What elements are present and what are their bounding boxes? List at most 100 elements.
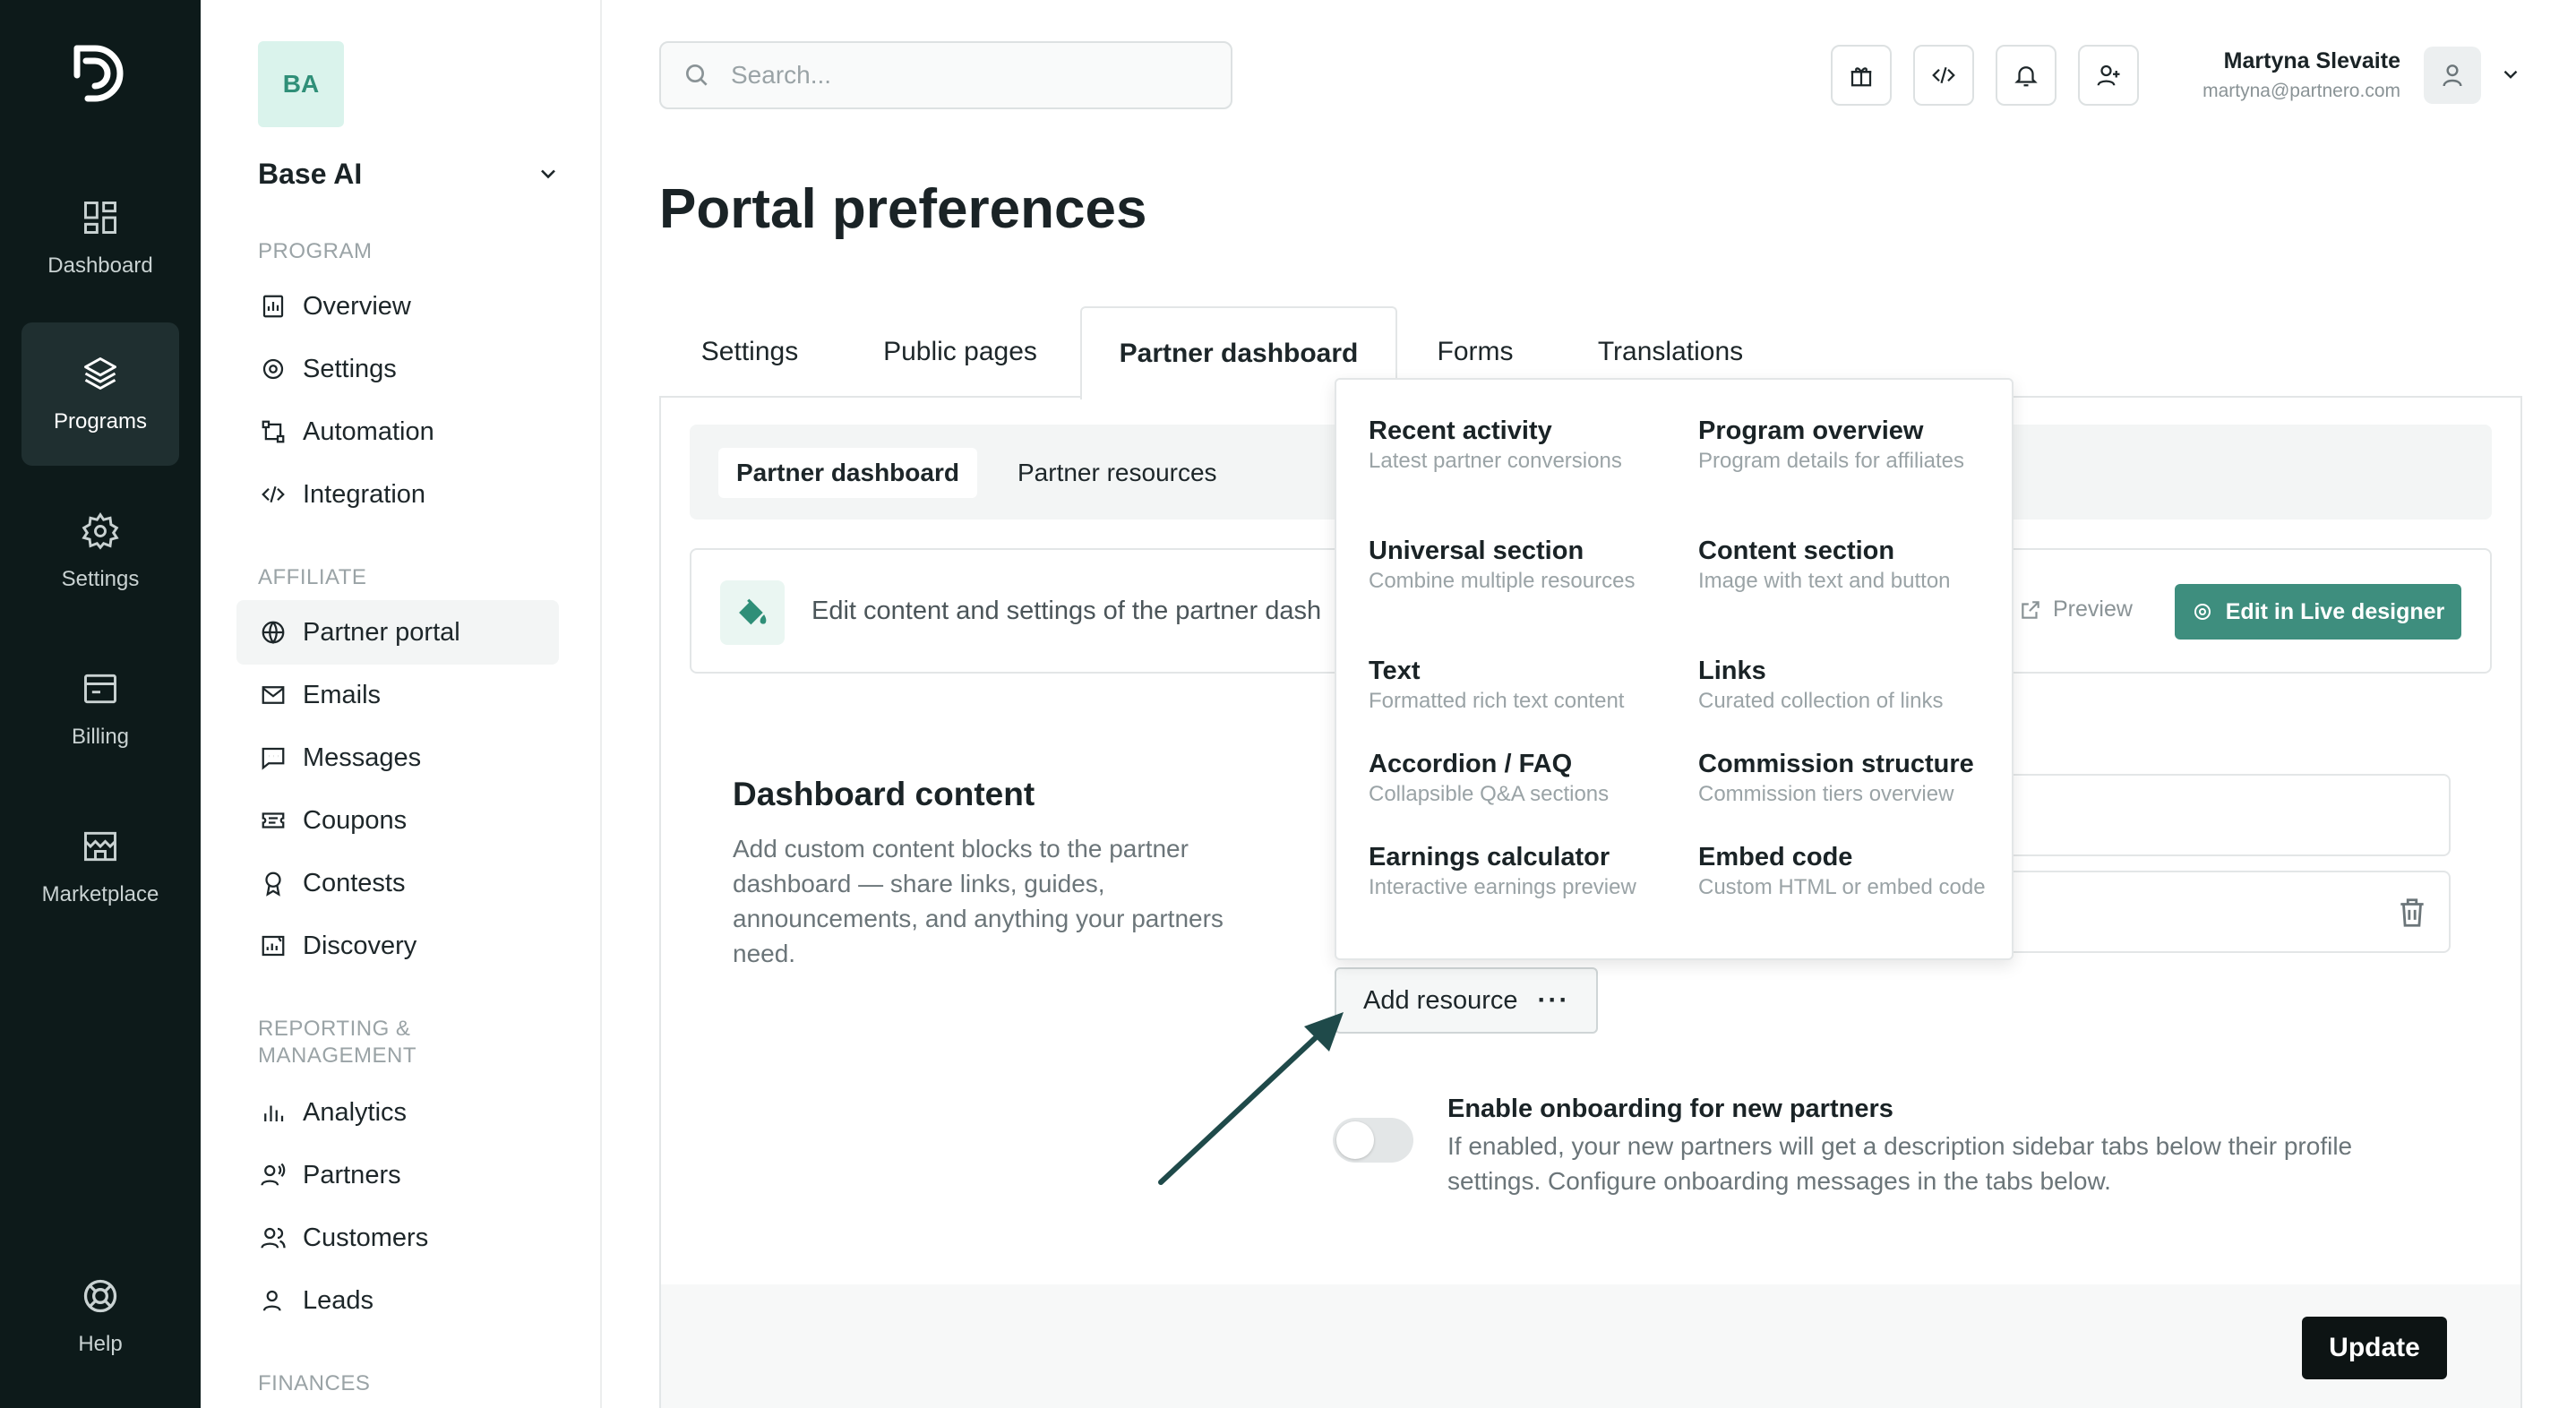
sidebar-item-label: Analytics [303, 1097, 408, 1127]
gear-icon [2194, 604, 2211, 620]
menu-item-links[interactable]: Links Curated collection of links [1698, 656, 1994, 715]
sidebar-item-discovery[interactable]: Discovery [236, 914, 559, 978]
rail-label: Billing [71, 725, 130, 749]
external-link-icon [2022, 600, 2039, 619]
rail-item-settings[interactable]: Settings [21, 480, 179, 623]
edit-live-designer-button[interactable]: Edit in Live designer [2175, 584, 2461, 640]
bar-chart-icon [264, 1105, 284, 1121]
sidebar-item-label: Settings [303, 354, 397, 383]
app-logo-icon[interactable] [68, 39, 133, 107]
menu-item-universal-section[interactable]: Universal section Combine multiple resou… [1369, 536, 1664, 595]
rail-label: Marketplace [41, 882, 159, 906]
section-label-program: PROGRAM [258, 239, 373, 263]
rail-item-dashboard[interactable]: Dashboard [21, 167, 179, 310]
sidebar-item-settings[interactable]: Settings [236, 337, 559, 401]
sidebar-item-label: Automation [303, 416, 434, 446]
gift-button[interactable] [1831, 45, 1892, 106]
chevron-down-icon[interactable] [536, 161, 561, 186]
sidebar-item-partners[interactable]: Partners [236, 1143, 559, 1207]
sidebar-item-customers[interactable]: Customers [236, 1206, 559, 1270]
menu-item-earnings-calculator[interactable]: Earnings calculator Interactive earnings… [1369, 842, 1664, 901]
tab-settings[interactable]: Settings [681, 306, 819, 398]
menu-item-title: Content section [1698, 537, 1895, 565]
sidebar-item-emails[interactable]: Emails [236, 663, 559, 727]
rail-item-programs[interactable]: Programs [21, 322, 179, 466]
sidebar-item-coupons[interactable]: Coupons [236, 788, 559, 853]
resource-field[interactable] [2006, 871, 2451, 953]
sidebar-item-automation[interactable]: Automation [236, 399, 559, 464]
sidebar-item-integration[interactable]: Integration [236, 462, 559, 527]
embed-code-button[interactable] [1913, 45, 1974, 106]
invite-user-button[interactable] [2078, 45, 2139, 106]
sidebar-item-label: Discovery [303, 931, 417, 960]
onboarding-description: If enabled, your new partners will get a… [1447, 1132, 2353, 1195]
rail-item-help[interactable]: Help [21, 1245, 179, 1388]
live-designer-label: Edit in Live designer [2225, 598, 2445, 624]
bell-icon [2014, 66, 2038, 87]
paint-bucket-icon [720, 580, 785, 645]
workspace-badge: BA [258, 41, 344, 127]
sidebar-item-messages[interactable]: Messages [236, 725, 559, 790]
subtab-partner-dashboard[interactable]: Partner dashboard [718, 448, 977, 498]
sidebar-item-label: Contests [303, 868, 406, 897]
rail-label: Help [78, 1332, 123, 1356]
menu-item-recent-activity[interactable]: Recent activity Latest partner conversio… [1369, 416, 1664, 475]
page-title: Portal preferences [659, 178, 1147, 240]
notifications-button[interactable] [1996, 45, 2057, 106]
resource-field[interactable] [2006, 774, 2451, 856]
update-button[interactable]: Update [2302, 1317, 2447, 1379]
search-icon [686, 64, 708, 86]
workspace-name[interactable]: Base AI [258, 158, 362, 191]
gear-icon [262, 358, 284, 380]
award-icon [265, 871, 281, 897]
sidebar-item-label: Messages [303, 743, 422, 772]
menu-item-desc: Image with text and button [1698, 569, 1951, 593]
section-label-affiliate: AFFILIATE [258, 565, 367, 589]
sidebar-item-analytics[interactable]: Analytics [236, 1080, 559, 1145]
menu-item-accordion-faq[interactable]: Accordion / FAQ Collapsible Q&A sections [1369, 749, 1664, 808]
annotation-arrow-icon [1158, 1012, 1344, 1185]
menu-item-title: Links [1698, 657, 1766, 685]
rail-item-billing[interactable]: Billing [21, 638, 179, 781]
menu-item-title: Universal section [1369, 537, 1584, 565]
menu-item-title: Accordion / FAQ [1369, 750, 1573, 778]
add-resource-button[interactable]: Add resource ··· [1335, 967, 1598, 1034]
menu-item-content-section[interactable]: Content section Image with text and butt… [1698, 536, 1994, 595]
trash-icon[interactable] [2395, 896, 2429, 930]
rail-item-marketplace[interactable]: Marketplace [21, 795, 179, 939]
section-label-finances: FINANCES [258, 1371, 371, 1395]
menu-item-text[interactable]: Text Formatted rich text content [1369, 656, 1664, 715]
code-icon [262, 485, 285, 503]
user-icon [262, 1290, 281, 1311]
menu-item-program-overview[interactable]: Program overview Program details for aff… [1698, 416, 1994, 475]
preview-label: Preview [2053, 597, 2133, 622]
sidebar-item-overview[interactable]: Overview [236, 274, 559, 339]
search-box[interactable] [659, 41, 1232, 109]
search-input[interactable] [731, 61, 1197, 90]
sidebar-item-leads[interactable]: Leads [236, 1268, 559, 1333]
tab-public-pages[interactable]: Public pages [865, 306, 1055, 398]
menu-item-desc: Interactive earnings preview [1369, 875, 1636, 899]
sidebar-item-partner-portal[interactable]: Partner portal [236, 600, 559, 665]
menu-item-title: Text [1369, 657, 1421, 685]
menu-item-desc: Program details for affiliates [1698, 449, 1965, 473]
rail-label: Dashboard [47, 253, 153, 278]
sidebar-item-label: Overview [303, 291, 411, 321]
sidebar-item-contests[interactable]: Contests [236, 851, 559, 915]
dashboard-icon [84, 202, 116, 234]
message-icon [262, 747, 285, 770]
subtab-partner-resources[interactable]: Partner resources [1000, 448, 1235, 498]
rail-label: Settings [61, 567, 140, 591]
menu-item-embed-code[interactable]: Embed code Custom HTML or embed code [1698, 842, 1994, 901]
chevron-down-icon[interactable] [2499, 63, 2522, 86]
menu-item-desc: Combine multiple resources [1369, 569, 1636, 593]
gear-icon [82, 512, 119, 550]
preview-link[interactable]: Preview [2019, 597, 2133, 622]
add-resource-menu: Recent activity Latest partner conversio… [1335, 378, 2014, 960]
users-icon [261, 1227, 286, 1249]
sidebar-item-label: Customers [303, 1223, 429, 1252]
code-icon [1932, 66, 1955, 84]
avatar[interactable] [2424, 47, 2481, 104]
help-lifebuoy-icon [83, 1279, 117, 1313]
menu-item-commission-structure[interactable]: Commission structure Commission tiers ov… [1698, 749, 1994, 808]
